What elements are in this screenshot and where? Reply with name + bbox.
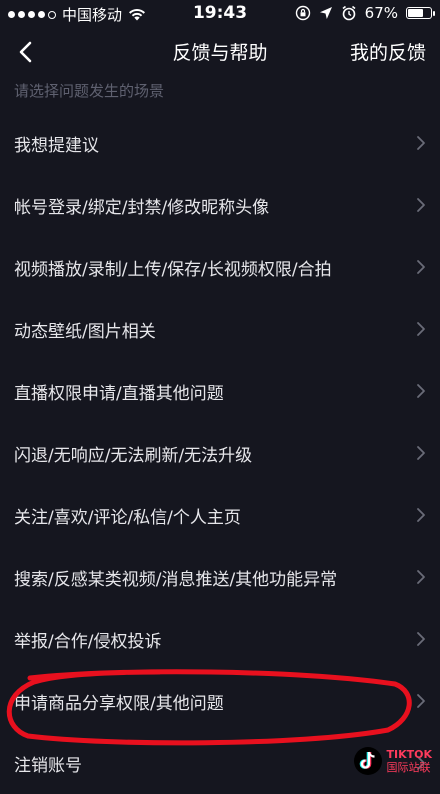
chevron-right-icon: [417, 260, 425, 274]
list-item[interactable]: 闪退/无响应/无法刷新/无法升级: [0, 422, 440, 484]
list-item-label: 我想提建议: [14, 135, 99, 156]
chevron-right-icon: [417, 632, 425, 646]
list-item[interactable]: 关注/喜欢/评论/私信/个人主页: [0, 484, 440, 546]
my-feedback-button[interactable]: 我的反馈: [350, 38, 426, 65]
list-item-label: 直播权限申请/直播其他问题: [14, 383, 224, 404]
list-item-label: 注销账号: [14, 755, 82, 776]
navigation-bar: 反馈与帮助 我的反馈: [0, 30, 440, 74]
list-item-label: 搜索/反感某类视频/消息推送/其他功能异常: [14, 569, 338, 590]
list-item[interactable]: 帐号登录/绑定/封禁/修改昵称头像: [0, 174, 440, 236]
battery-level: [408, 9, 423, 17]
battery-percent: 67%: [364, 4, 398, 22]
list-item[interactable]: 申请商品分享权限/其他问题: [0, 670, 440, 732]
watermark-line2: 国际站联: [386, 761, 431, 774]
list-item[interactable]: 动态壁纸/图片相关: [0, 298, 440, 360]
feedback-help-screen: 中国移动 19:43 67% 反馈与帮助 我的反馈 请选择问题发生的场景 我想提…: [0, 0, 440, 794]
list-item-label: 申请商品分享权限/其他问题: [14, 693, 224, 714]
watermark-text: TIKTOK 国际站联: [387, 749, 433, 773]
tiktok-watermark: TIKTOK 国际站联: [353, 746, 433, 776]
list-item[interactable]: 搜索/反感某类视频/消息推送/其他功能异常: [0, 546, 440, 608]
chevron-right-icon: [417, 322, 425, 336]
list-item-label: 视频播放/录制/上传/保存/长视频权限/合拍: [14, 259, 332, 280]
status-bar: 中国移动 19:43 67%: [0, 0, 440, 26]
chevron-right-icon: [417, 508, 425, 522]
chevron-right-icon: [417, 446, 425, 460]
status-right: 67%: [295, 4, 435, 22]
orientation-lock-icon: [295, 5, 310, 21]
list-item-label: 举报/合作/侵权投诉: [14, 631, 162, 652]
list-item-label: 动态壁纸/图片相关: [14, 321, 156, 342]
chevron-right-icon: [417, 384, 425, 398]
battery-icon: [406, 7, 435, 19]
list-item-label: 关注/喜欢/评论/私信/个人主页: [14, 507, 241, 528]
tiktok-logo-icon: [353, 747, 382, 775]
list-item[interactable]: 我想提建议: [0, 112, 440, 174]
alarm-icon: [342, 5, 356, 21]
list-item-label: 闪退/无响应/无法刷新/无法升级: [14, 445, 253, 466]
location-icon: [319, 7, 332, 19]
section-hint: 请选择问题发生的场景: [14, 82, 165, 100]
chevron-right-icon: [417, 694, 425, 708]
scene-list: 我想提建议帐号登录/绑定/封禁/修改昵称头像视频播放/录制/上传/保存/长视频权…: [0, 112, 440, 794]
watermark-line1: TIKTOK: [386, 748, 433, 761]
list-item[interactable]: 直播权限申请/直播其他问题: [0, 360, 440, 422]
chevron-right-icon: [417, 198, 425, 212]
chevron-right-icon: [417, 570, 425, 584]
list-item[interactable]: 举报/合作/侵权投诉: [0, 608, 440, 670]
chevron-right-icon: [417, 136, 425, 150]
list-item[interactable]: 视频播放/录制/上传/保存/长视频权限/合拍: [0, 236, 440, 298]
list-item-label: 帐号登录/绑定/封禁/修改昵称头像: [14, 197, 270, 218]
